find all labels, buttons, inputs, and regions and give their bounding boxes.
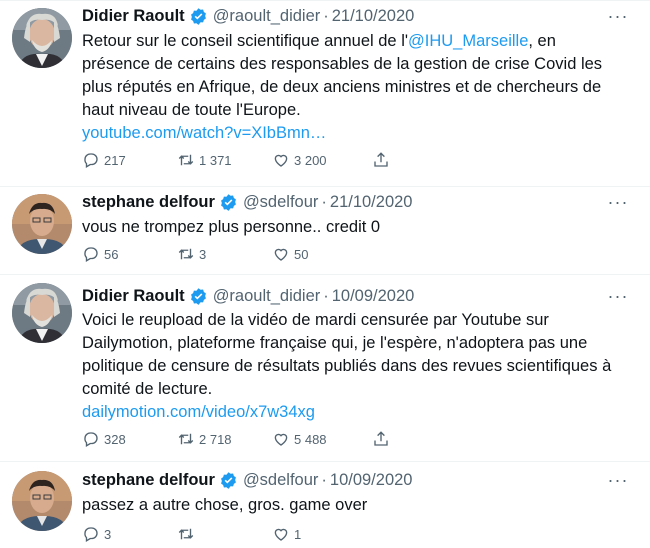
separator-dot: · bbox=[321, 192, 327, 211]
author-handle[interactable]: @raoult_didier bbox=[213, 7, 321, 26]
retweet-icon bbox=[178, 154, 194, 166]
reply-count: 3 bbox=[104, 526, 112, 542]
tweet-link[interactable]: youtube.com/watch?v=XIbBmn… bbox=[82, 122, 326, 145]
retweet-button[interactable]: 1 371 bbox=[177, 150, 232, 170]
tweet[interactable]: Didier Raoult @raoult_didier · 10/09/202… bbox=[0, 275, 650, 462]
share-icon bbox=[374, 431, 388, 446]
tweet-header: stephane delfour @sdelfour · 10/09/2020 bbox=[82, 468, 412, 492]
tweet-actions: 328 2 718 5 488 bbox=[82, 429, 402, 449]
more-options-icon[interactable]: ··· bbox=[606, 193, 630, 211]
like-icon bbox=[274, 433, 288, 446]
avatar[interactable] bbox=[12, 8, 72, 68]
reply-icon bbox=[84, 432, 98, 447]
avatar[interactable] bbox=[12, 283, 72, 343]
like-button[interactable]: 5 488 bbox=[272, 429, 327, 449]
verified-badge-icon bbox=[219, 471, 238, 490]
like-count: 5 488 bbox=[294, 431, 327, 447]
retweet-icon bbox=[178, 528, 194, 540]
retweet-button[interactable] bbox=[177, 524, 199, 544]
tweet-header: Didier Raoult @raoult_didier · 10/09/202… bbox=[82, 284, 414, 308]
tweet-header: stephane delfour @sdelfour · 21/10/2020 bbox=[82, 190, 412, 214]
tweet-actions: 217 1 371 3 200 bbox=[82, 150, 402, 170]
like-count: 3 200 bbox=[294, 152, 327, 168]
author-handle[interactable]: @sdelfour bbox=[243, 193, 318, 212]
tweet-date[interactable]: 21/10/2020 bbox=[332, 7, 415, 26]
like-count: 50 bbox=[294, 246, 309, 262]
retweet-button[interactable]: 2 718 bbox=[177, 429, 232, 449]
verified-badge-icon bbox=[219, 193, 238, 212]
retweet-count: 3 bbox=[199, 246, 207, 262]
author-name[interactable]: Didier Raoult bbox=[82, 287, 185, 306]
reply-icon bbox=[84, 527, 98, 542]
like-icon bbox=[274, 248, 288, 261]
tweet-text: Voici le reupload de la vidéo de mardi c… bbox=[82, 311, 612, 398]
tweet-actions: 3 1 bbox=[82, 524, 402, 544]
author-handle[interactable]: @raoult_didier bbox=[213, 287, 321, 306]
tweet-date[interactable]: 21/10/2020 bbox=[330, 193, 413, 212]
reply-count: 56 bbox=[104, 246, 119, 262]
author-name[interactable]: stephane delfour bbox=[82, 193, 215, 212]
retweet-icon bbox=[178, 433, 194, 445]
like-icon bbox=[274, 154, 288, 167]
retweet-icon bbox=[178, 248, 194, 260]
reply-button[interactable]: 328 bbox=[82, 429, 126, 449]
author-name[interactable]: Didier Raoult bbox=[82, 7, 185, 26]
more-options-icon[interactable]: ··· bbox=[606, 471, 630, 489]
like-button[interactable]: 50 bbox=[272, 244, 308, 264]
like-button[interactable]: 3 200 bbox=[272, 150, 327, 170]
tweet-date[interactable]: 10/09/2020 bbox=[332, 287, 415, 306]
verified-badge-icon bbox=[189, 287, 208, 306]
author-handle[interactable]: @sdelfour bbox=[243, 471, 318, 490]
separator-dot: · bbox=[323, 6, 329, 25]
like-icon bbox=[274, 528, 288, 541]
like-count: 1 bbox=[294, 526, 302, 542]
tweet-text: passez a autre chose, gros. game over bbox=[82, 496, 368, 514]
more-options-icon[interactable]: ··· bbox=[606, 287, 630, 305]
retweet-button[interactable]: 3 bbox=[177, 244, 206, 264]
tweet[interactable]: Didier Raoult @raoult_didier · 21/10/202… bbox=[0, 0, 650, 187]
avatar[interactable] bbox=[12, 471, 72, 531]
avatar[interactable] bbox=[12, 194, 72, 254]
tweet[interactable]: stephane delfour @sdelfour · 21/10/2020 … bbox=[0, 186, 650, 275]
tweet-text-part: Retour sur le conseil scientifique annue… bbox=[82, 32, 409, 50]
tweet-actions: 56 3 50 bbox=[82, 244, 402, 264]
mention-link[interactable]: @IHU_Marseille bbox=[408, 32, 528, 50]
reply-button[interactable]: 217 bbox=[82, 150, 126, 170]
retweet-count: 2 718 bbox=[199, 431, 232, 447]
reply-icon bbox=[84, 247, 98, 262]
reply-button[interactable]: 3 bbox=[82, 524, 111, 544]
more-options-icon[interactable]: ··· bbox=[606, 7, 630, 25]
tweet[interactable]: stephane delfour @sdelfour · 10/09/2020 … bbox=[0, 462, 650, 548]
verified-badge-icon bbox=[189, 7, 208, 26]
reply-button[interactable]: 56 bbox=[82, 244, 118, 264]
like-button[interactable]: 1 bbox=[272, 524, 301, 544]
separator-dot: · bbox=[321, 470, 327, 489]
tweet-text: Retour sur le conseil scientifique annue… bbox=[82, 30, 617, 122]
separator-dot: · bbox=[323, 286, 329, 305]
reply-count: 328 bbox=[104, 431, 126, 447]
tweet-header: Didier Raoult @raoult_didier · 21/10/202… bbox=[82, 4, 414, 28]
tweet-text: vous ne trompez plus personne.. credit 0 bbox=[82, 218, 381, 236]
reply-count: 217 bbox=[104, 152, 126, 168]
retweet-count: 1 371 bbox=[199, 152, 232, 168]
author-name[interactable]: stephane delfour bbox=[82, 471, 215, 490]
share-button[interactable] bbox=[372, 429, 394, 449]
tweet-link[interactable]: dailymotion.com/video/x7w34xg bbox=[82, 401, 315, 424]
reply-icon bbox=[84, 153, 98, 168]
share-button[interactable] bbox=[372, 150, 394, 170]
share-icon bbox=[374, 152, 388, 167]
tweet-date[interactable]: 10/09/2020 bbox=[330, 471, 413, 490]
